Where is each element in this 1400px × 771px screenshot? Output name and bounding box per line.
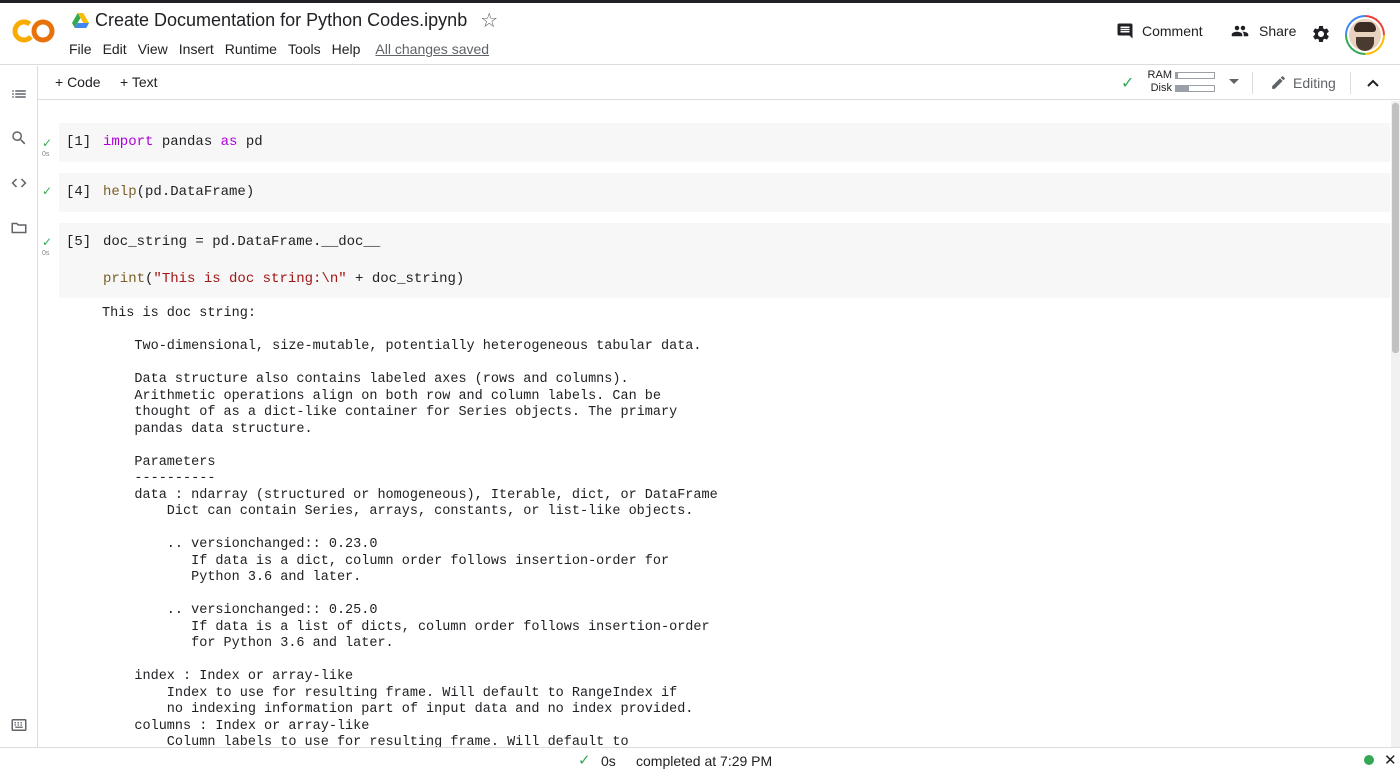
notebook-toolbar: + Code + Text ✓ RAM Disk Editing: [38, 66, 1400, 100]
share-button[interactable]: Share: [1229, 22, 1296, 40]
gear-icon[interactable]: [1311, 24, 1331, 44]
add-code-cell-button[interactable]: + Code: [55, 74, 101, 90]
table-of-contents-icon[interactable]: [10, 85, 28, 103]
menu-file[interactable]: File: [69, 41, 92, 57]
notebook-area: ✓ 0s [1] import pandas as pd ✓ [4] help(p…: [38, 101, 1390, 747]
comment-button[interactable]: Comment: [1116, 22, 1203, 40]
execution-count: [4]: [66, 184, 92, 200]
people-icon: [1231, 25, 1249, 37]
menu-insert[interactable]: Insert: [179, 41, 214, 57]
disk-label: Disk: [1150, 82, 1172, 94]
scrollbar-thumb[interactable]: [1392, 103, 1399, 353]
code-line[interactable]: help(pd.DataFrame): [103, 184, 254, 200]
status-exec-time: 0s: [601, 753, 616, 769]
editing-mode-button[interactable]: Editing: [1270, 74, 1336, 91]
share-label: Share: [1259, 23, 1297, 39]
code-line[interactable]: import pandas as pd: [103, 134, 263, 150]
toolbar-divider: [1350, 72, 1351, 94]
editing-label: Editing: [1293, 74, 1336, 91]
title-row: Create Documentation for Python Codes.ip…: [72, 10, 498, 31]
comment-icon: [1117, 23, 1133, 39]
star-icon[interactable]: ☆: [480, 11, 498, 31]
close-icon[interactable]: ✕: [1384, 751, 1397, 769]
user-avatar[interactable]: [1345, 15, 1385, 55]
disk-usage-bar[interactable]: [1175, 85, 1215, 92]
search-icon[interactable]: [10, 129, 28, 147]
folder-icon[interactable]: [10, 219, 28, 237]
runtime-status-dot: [1364, 755, 1374, 765]
ram-usage-bar[interactable]: [1175, 72, 1215, 79]
menu-view[interactable]: View: [138, 41, 168, 57]
toolbar-divider: [1252, 72, 1253, 94]
save-status-link[interactable]: All changes saved: [375, 41, 489, 57]
terminal-icon[interactable]: [10, 716, 28, 734]
app-header: Create Documentation for Python Codes.ip…: [0, 3, 1400, 65]
code-cell[interactable]: [4] help(pd.DataFrame): [59, 173, 1390, 212]
menu-bar: File Edit View Insert Runtime Tools Help…: [69, 41, 500, 57]
menu-runtime[interactable]: Runtime: [225, 41, 277, 57]
execution-count: [1]: [66, 134, 92, 150]
menu-tools[interactable]: Tools: [288, 41, 321, 57]
code-line[interactable]: doc_string = pd.DataFrame.__doc__: [103, 234, 380, 250]
status-completed-text[interactable]: completed at 7:29 PM: [636, 753, 772, 769]
code-line[interactable]: print("This is doc string:\n" + doc_stri…: [103, 271, 464, 287]
chevron-up-icon[interactable]: [1366, 76, 1380, 90]
cell-run-status[interactable]: ✓ 0s: [42, 236, 52, 257]
cell-output: This is doc string: Two-dimensional, siz…: [102, 306, 718, 747]
google-drive-icon[interactable]: [72, 13, 89, 28]
code-snippets-icon[interactable]: [10, 174, 28, 192]
code-cell[interactable]: [5] doc_string = pd.DataFrame.__doc__ pr…: [59, 223, 1390, 298]
exec-time: 0s: [42, 151, 50, 158]
status-bar: ✓ 0s completed at 7:29 PM ✕: [0, 747, 1400, 771]
code-cell[interactable]: [1] import pandas as pd: [59, 123, 1390, 162]
cell-run-status[interactable]: ✓: [42, 185, 52, 197]
ram-label: RAM: [1147, 69, 1172, 81]
resource-labels[interactable]: RAM Disk: [1140, 69, 1172, 95]
status-check-icon: ✓: [578, 752, 591, 769]
menu-edit[interactable]: Edit: [103, 41, 127, 57]
avatar-photo: [1349, 19, 1381, 51]
notebook-title[interactable]: Create Documentation for Python Codes.ip…: [95, 10, 467, 31]
pencil-icon: [1272, 76, 1285, 89]
cell-run-status[interactable]: ✓ 0s: [42, 137, 52, 158]
execution-count: [5]: [66, 234, 92, 250]
menu-help[interactable]: Help: [332, 41, 361, 57]
resources-dropdown-icon[interactable]: [1229, 79, 1239, 84]
exec-time: 0s: [42, 250, 50, 257]
comment-label: Comment: [1142, 23, 1203, 39]
connected-check-icon: ✓: [1121, 75, 1135, 92]
add-text-cell-button[interactable]: + Text: [120, 74, 158, 90]
left-sidebar: [0, 66, 38, 747]
colab-logo-icon[interactable]: [12, 17, 56, 45]
